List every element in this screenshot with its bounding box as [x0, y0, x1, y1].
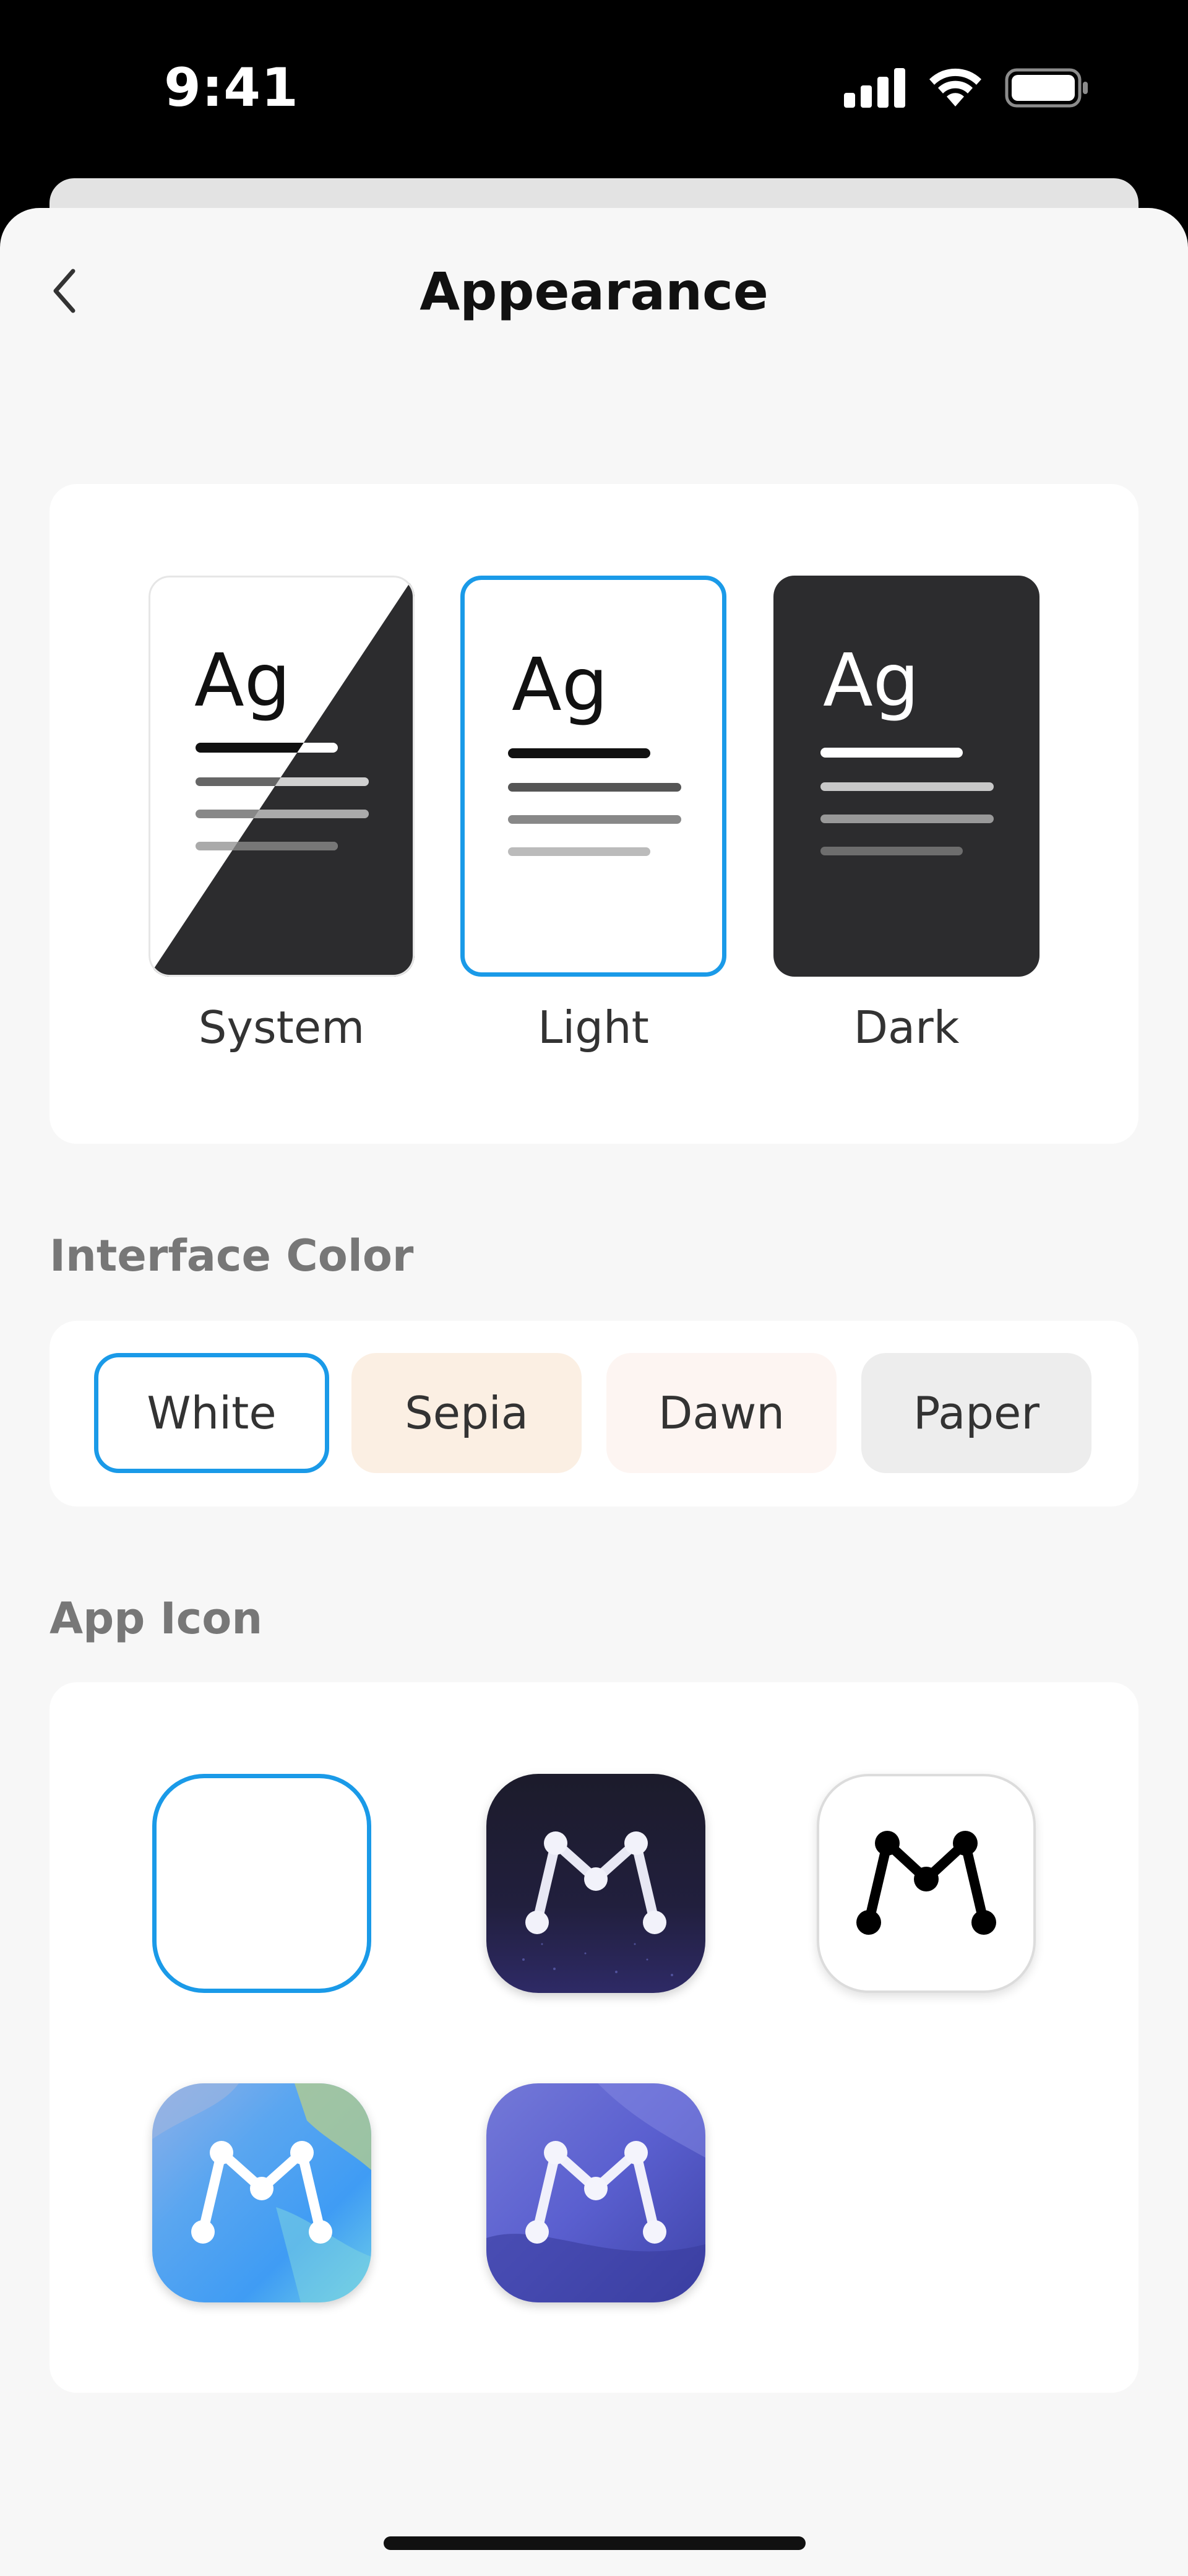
battery-icon	[1005, 68, 1088, 108]
status-bar: 9:41	[0, 0, 1188, 179]
system-theme-preview	[148, 576, 415, 977]
indigo-m-icon[interactable]	[486, 2083, 705, 2302]
dark-theme-preview	[820, 748, 994, 855]
status-icons	[844, 67, 1089, 109]
default-blank-icon[interactable]	[152, 1774, 371, 1993]
theme-sample-text: Ag	[512, 642, 608, 727]
page-title: Appearance	[420, 261, 768, 322]
theme-sample-text: Ag	[194, 638, 291, 723]
theme-option-dark[interactable]: Ag	[773, 576, 1040, 977]
interface-color-heading: Interface Color	[50, 1230, 414, 1281]
color-option-white[interactable]: White	[94, 1353, 329, 1473]
wifi-icon	[929, 68, 981, 106]
theme-sample-text: Ag	[823, 638, 919, 723]
theme-label-light: Light	[538, 1001, 649, 1053]
watercolor-m-icon[interactable]	[152, 2083, 371, 2302]
color-option-dawn[interactable]: Dawn	[606, 1353, 837, 1473]
color-option-sepia[interactable]: Sepia	[351, 1353, 582, 1473]
light-theme-preview	[508, 748, 681, 856]
white-black-m-icon[interactable]	[817, 1774, 1036, 1993]
night-sky-m-icon[interactable]	[486, 1774, 705, 1993]
theme-label-system: System	[198, 1001, 365, 1053]
home-indicator	[384, 2536, 806, 2550]
status-time: 9:41	[164, 57, 299, 119]
app-icon-heading: App Icon	[50, 1593, 263, 1644]
theme-option-light[interactable]: Ag	[460, 576, 726, 977]
color-option-paper[interactable]: Paper	[861, 1353, 1091, 1473]
cellular-signal-icon	[844, 68, 905, 108]
theme-label-dark: Dark	[853, 1001, 960, 1053]
theme-option-system[interactable]: Ag	[148, 576, 415, 977]
